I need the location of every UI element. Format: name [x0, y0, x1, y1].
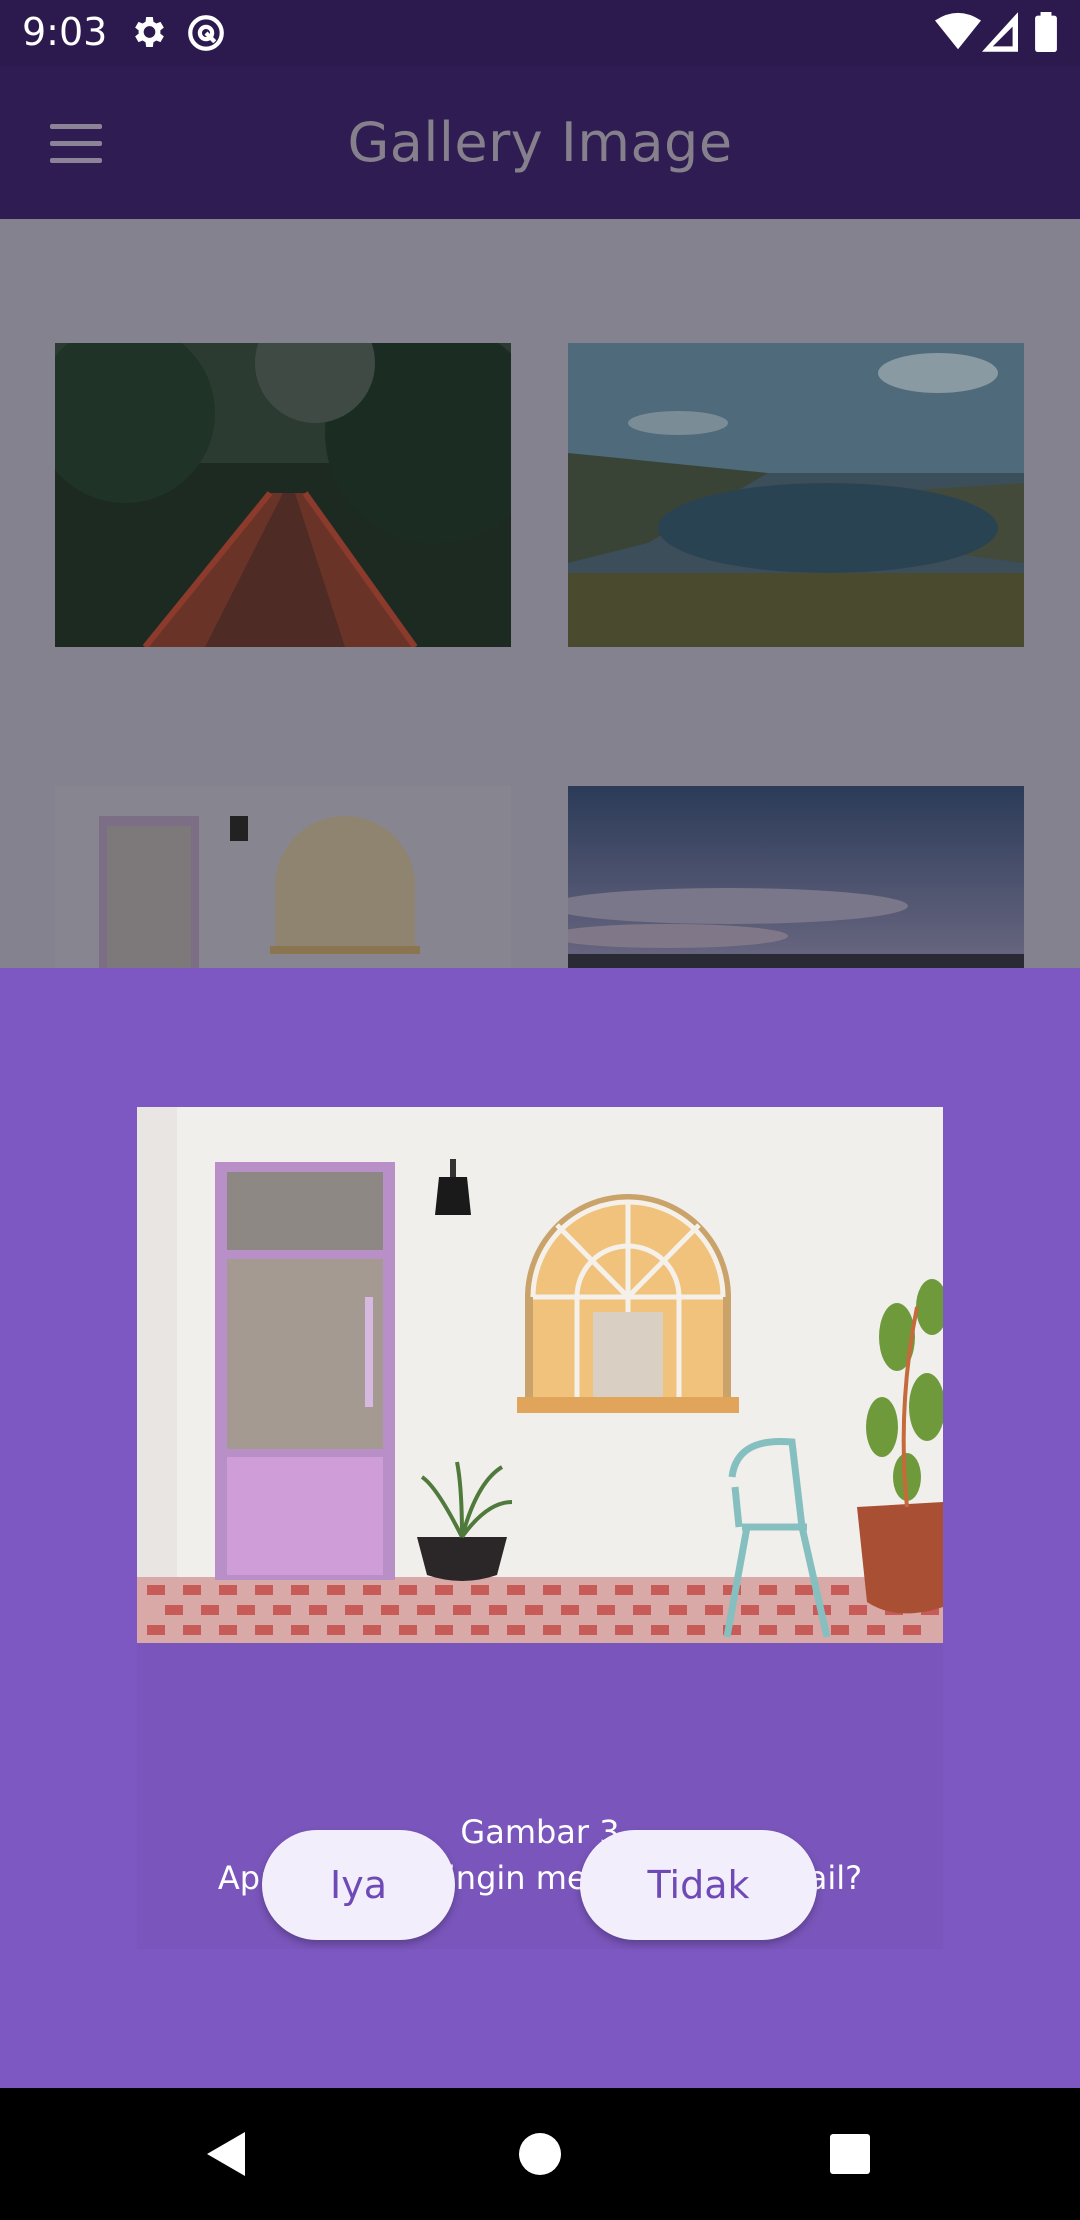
status-bar: 9:03 — [0, 0, 1080, 66]
gallery-image-house[interactable] — [55, 786, 511, 968]
dialog-message: Apakah kamu ingin melihat lebih detail? — [217, 1859, 863, 1897]
confirm-button[interactable]: Iya — [262, 1830, 455, 1940]
dialog-image — [137, 1107, 943, 1643]
gallery-image-lake-valley[interactable] — [568, 343, 1024, 647]
back-icon[interactable] — [205, 2130, 247, 2182]
wifi-icon — [935, 12, 981, 56]
dialog-title: Gambar 3 — [460, 1813, 620, 1851]
dialog-text: Gambar 3 Apakah kamu ingin melihat lebih… — [137, 1809, 943, 1901]
bottom-sheet: Gambar 3 Apakah kamu ingin melihat lebih… — [0, 968, 1080, 2088]
home-icon[interactable] — [518, 2132, 562, 2180]
cancel-button[interactable]: Tidak — [580, 1830, 817, 1940]
app-bar: Gallery Image — [0, 66, 1080, 219]
gear-icon — [128, 12, 168, 56]
recents-icon[interactable] — [829, 2133, 871, 2179]
page-title: Gallery Image — [347, 111, 733, 174]
signal-icon — [982, 12, 1018, 56]
dialog-card: Gambar 3 Apakah kamu ingin melihat lebih… — [137, 1107, 943, 1949]
gallery-image-forest-bridge[interactable] — [55, 343, 511, 647]
gallery-image-sky[interactable] — [568, 786, 1024, 968]
at-sign-icon — [185, 12, 227, 58]
battery-icon — [1035, 12, 1057, 56]
navigation-bar — [0, 2088, 1080, 2220]
gallery-grid — [0, 219, 1080, 968]
status-time: 9:03 — [22, 10, 108, 54]
